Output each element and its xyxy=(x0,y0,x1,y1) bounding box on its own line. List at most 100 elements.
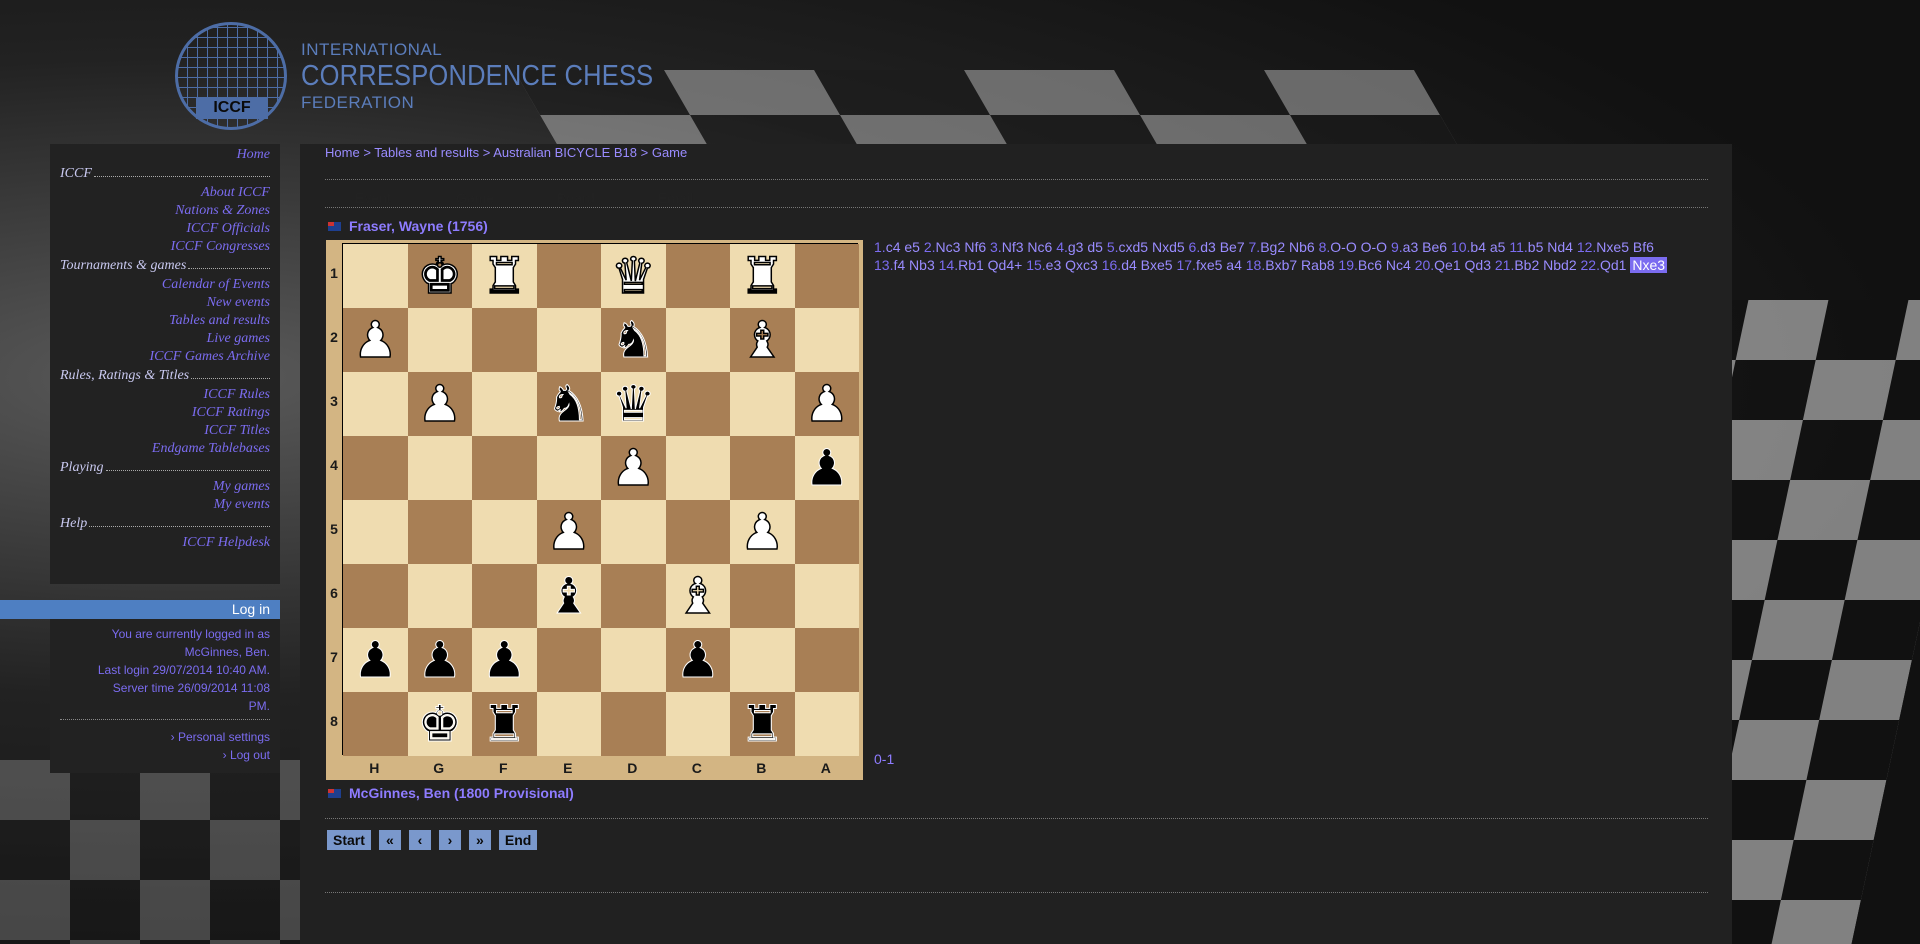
board-square[interactable]: ♜ xyxy=(472,692,537,756)
board-square[interactable] xyxy=(536,244,601,308)
log-out-link[interactable]: › Log out xyxy=(60,746,270,764)
board-square[interactable] xyxy=(794,564,859,628)
sidebar-item-endgame-tablebases[interactable]: Endgame Tablebases xyxy=(60,440,270,458)
move-black[interactable]: Nxd5 xyxy=(1152,239,1185,255)
move-black[interactable]: Nc6 xyxy=(1027,239,1052,255)
black-king-icon[interactable]: ♚ xyxy=(417,699,463,750)
move-white[interactable]: d3 xyxy=(1200,239,1216,255)
move-black[interactable]: Rab8 xyxy=(1301,257,1334,273)
board-square[interactable] xyxy=(665,308,730,372)
start-button[interactable]: Start xyxy=(327,830,371,850)
board-square[interactable] xyxy=(536,628,601,692)
white-queen-icon[interactable]: ♛ xyxy=(610,250,656,302)
sidebar-section-iccf[interactable]: ICCF xyxy=(60,164,270,184)
move-white[interactable]: f4 xyxy=(893,257,905,273)
move-white[interactable]: c4 xyxy=(886,239,901,255)
board-square[interactable] xyxy=(665,692,730,756)
board-square[interactable]: ♞ xyxy=(601,308,666,372)
move-black[interactable]: Qxc3 xyxy=(1065,257,1098,273)
board-square[interactable]: ♝ xyxy=(536,564,601,628)
move-black[interactable]: Nb6 xyxy=(1289,239,1315,255)
board-square[interactable] xyxy=(343,692,408,756)
move-white[interactable]: Qe1 xyxy=(1434,257,1460,273)
move-white[interactable]: d4 xyxy=(1121,257,1137,273)
sidebar-item-iccf-rules[interactable]: ICCF Rules xyxy=(60,386,271,404)
black-knight-icon[interactable]: ♞ xyxy=(610,315,656,366)
breadcrumb-tables[interactable]: Tables and results xyxy=(374,145,479,160)
chessboard[interactable]: ♚ ♜ ♛ ♜ ♟ ♞ ♝ ♟ ♞ ♛ ♟ ♟ ♟ ♟ ♟ ♝ ♝ ♟ ♟ ♟ ♟ ♚ ♜ ♜ xyxy=(342,243,859,756)
sidebar-item-live-games[interactable]: Live games xyxy=(60,330,270,348)
sidebar-item-calendar-of-events[interactable]: Calendar of Events xyxy=(60,276,270,294)
sidebar-item-new-events[interactable]: New events xyxy=(60,294,270,312)
board-square[interactable] xyxy=(472,308,537,372)
board-square[interactable] xyxy=(601,564,666,628)
move-black[interactable]: Be6 xyxy=(1422,239,1447,255)
board-square[interactable] xyxy=(794,692,859,756)
move-white[interactable]: Nc3 xyxy=(936,239,961,255)
board-square[interactable] xyxy=(730,436,795,500)
board-square[interactable] xyxy=(665,244,730,308)
board-square[interactable] xyxy=(407,436,472,500)
black-pawn-icon[interactable]: ♟ xyxy=(417,635,463,686)
sidebar-item-iccf-games-archive[interactable]: ICCF Games Archive xyxy=(60,348,270,366)
move-black[interactable]: Be7 xyxy=(1220,239,1245,255)
board-square[interactable] xyxy=(601,692,666,756)
move-white[interactable]: Bg2 xyxy=(1260,239,1285,255)
board-square[interactable]: ♛ xyxy=(601,372,666,436)
board-square[interactable] xyxy=(472,564,537,628)
board-square[interactable] xyxy=(536,692,601,756)
move-white[interactable]: O-O xyxy=(1330,239,1356,255)
end-button[interactable]: End xyxy=(498,830,538,850)
board-square[interactable] xyxy=(343,564,408,628)
sidebar-section-help[interactable]: Help xyxy=(60,514,270,534)
board-square[interactable]: ♛ xyxy=(601,244,666,308)
board-square[interactable]: ♜ xyxy=(472,244,537,308)
board-square[interactable] xyxy=(601,500,666,564)
board-square[interactable] xyxy=(407,564,472,628)
sidebar-item-my-events[interactable]: My events xyxy=(60,496,270,514)
board-square[interactable]: ♟ xyxy=(407,372,472,436)
move-white[interactable]: Nf3 xyxy=(1002,239,1024,255)
board-square[interactable]: ♜ xyxy=(730,692,795,756)
black-rook-icon[interactable]: ♜ xyxy=(739,699,785,750)
previous-move-button[interactable]: ‹ xyxy=(408,830,431,850)
next-move-button[interactable]: › xyxy=(438,830,461,850)
personal-settings-link[interactable]: › Personal settings xyxy=(60,728,270,746)
board-square[interactable] xyxy=(343,500,408,564)
black-bishop-icon[interactable]: ♝ xyxy=(546,571,592,622)
white-bishop-icon[interactable]: ♝ xyxy=(675,570,721,622)
board-square[interactable]: ♟ xyxy=(472,628,537,692)
sidebar-item-my-games[interactable]: My games xyxy=(60,478,270,496)
board-square[interactable]: ♟ xyxy=(730,500,795,564)
move-white[interactable]: e3 xyxy=(1046,257,1062,273)
breadcrumb-home[interactable]: Home xyxy=(325,145,360,160)
board-square[interactable]: ♟ xyxy=(665,628,730,692)
board-square[interactable] xyxy=(794,308,859,372)
white-bishop-icon[interactable]: ♝ xyxy=(739,314,785,366)
move-white[interactable]: Bxb7 xyxy=(1265,257,1297,273)
move-white[interactable]: Nxe5 xyxy=(1596,239,1629,255)
black-pawn-icon[interactable]: ♟ xyxy=(804,443,850,494)
board-square[interactable]: ♞ xyxy=(536,372,601,436)
sidebar-item-about-iccf[interactable]: About ICCF xyxy=(60,184,270,202)
move-black[interactable]: Nd4 xyxy=(1547,239,1573,255)
black-pawn-icon[interactable]: ♟ xyxy=(352,635,398,686)
sidebar-item-iccf-helpdesk[interactable]: ICCF Helpdesk xyxy=(60,534,270,552)
white-king-icon[interactable]: ♚ xyxy=(417,250,463,302)
move-black[interactable]: Nbd2 xyxy=(1543,257,1576,273)
board-square[interactable] xyxy=(536,308,601,372)
black-pawn-icon[interactable]: ♟ xyxy=(675,635,721,686)
move-black[interactable]: Qd4+ xyxy=(988,257,1023,273)
sidebar-item-nations-zones[interactable]: Nations & Zones xyxy=(60,202,270,220)
move-white[interactable]: b4 xyxy=(1470,239,1486,255)
board-square[interactable] xyxy=(343,244,408,308)
board-square[interactable]: ♚ xyxy=(407,692,472,756)
move-black[interactable]: d5 xyxy=(1087,239,1103,255)
move-black[interactable]: a4 xyxy=(1226,257,1242,273)
move-black[interactable]: a5 xyxy=(1490,239,1506,255)
black-pawn-icon[interactable]: ♟ xyxy=(481,635,527,686)
board-square[interactable] xyxy=(665,436,730,500)
site-logo[interactable]: ICCF INTERNATIONAL CORRESPONDENCE CHESS … xyxy=(175,22,701,130)
move-white[interactable]: Rb1 xyxy=(958,257,984,273)
sidebar-item-iccf-ratings[interactable]: ICCF Ratings xyxy=(60,404,270,422)
